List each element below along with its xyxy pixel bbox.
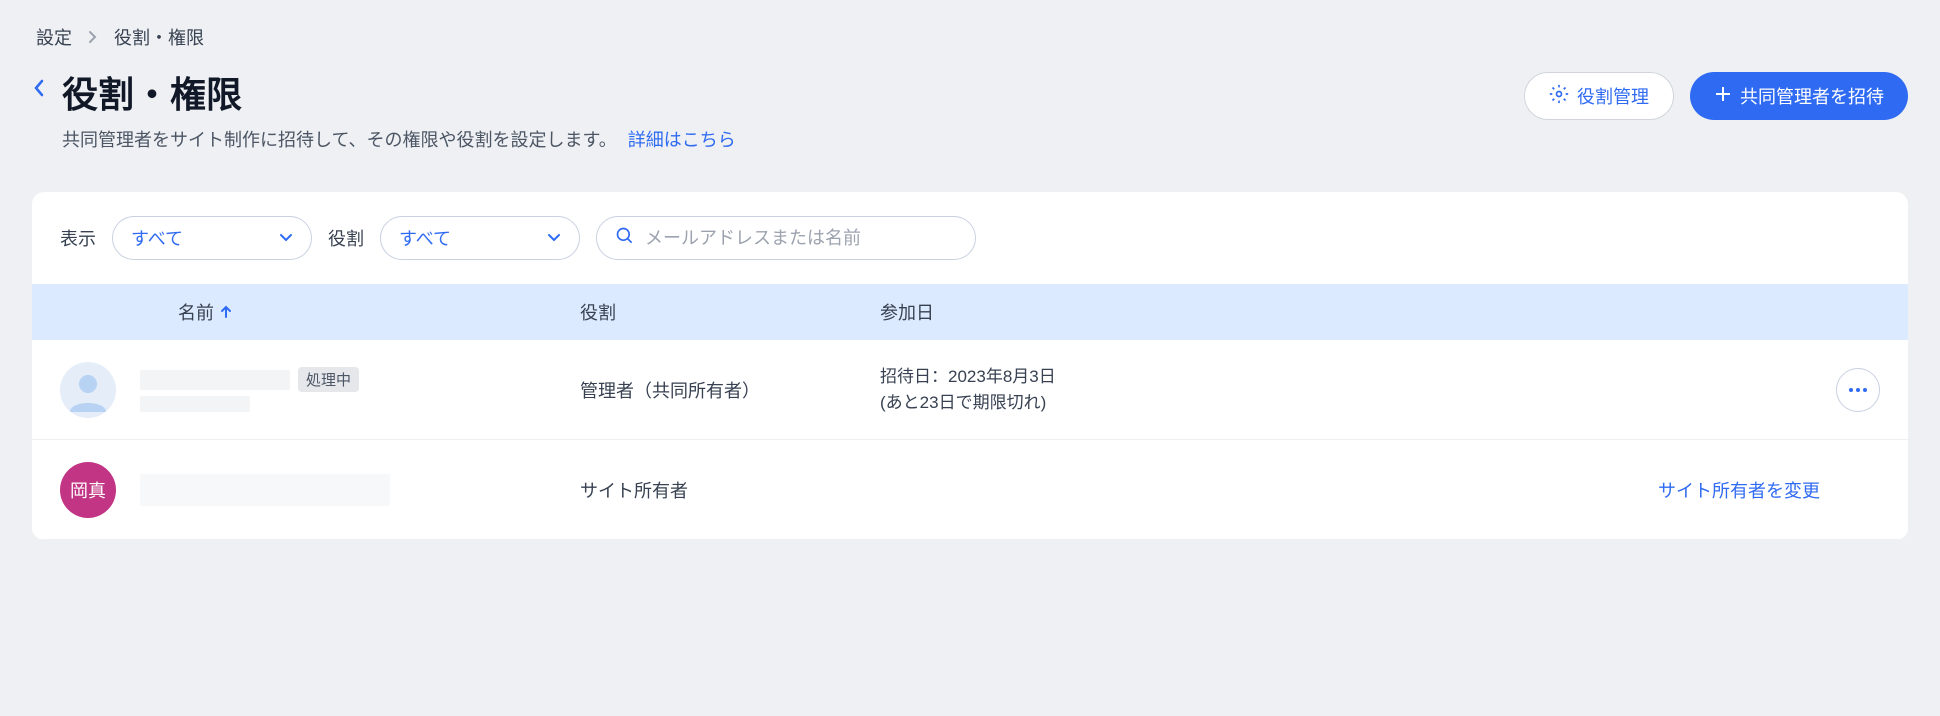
user-email-redacted <box>140 396 250 412</box>
table-row: 岡真 サイト所有者 サイト所有者を変更 <box>32 440 1908 540</box>
collaborators-card: 表示 すべて 役割 すべて <box>32 192 1908 540</box>
column-header-name[interactable]: 名前 <box>60 299 580 325</box>
column-header-role[interactable]: 役割 <box>580 299 880 325</box>
date-cell: 招待日：2023年8月3日 (あと23日で期限切れ) <box>880 364 1560 415</box>
role-cell: サイト所有者 <box>580 477 880 503</box>
back-button[interactable] <box>32 78 46 98</box>
name-cell: 岡真 <box>60 462 580 518</box>
breadcrumb: 設定 役割・権限 <box>32 24 1908 50</box>
more-actions-button[interactable] <box>1836 368 1880 412</box>
column-header-joined[interactable]: 参加日 <box>880 299 1560 325</box>
manage-roles-label: 役割管理 <box>1577 83 1649 109</box>
sort-ascending-icon <box>220 305 232 319</box>
role-filter-label: 役割 <box>328 225 364 251</box>
invite-label: 共同管理者を招待 <box>1740 83 1884 109</box>
role-filter-dropdown[interactable]: すべて <box>380 216 580 260</box>
chevron-right-icon <box>88 30 98 44</box>
display-filter-label: 表示 <box>60 225 96 251</box>
invite-collaborator-button[interactable]: 共同管理者を招待 <box>1690 72 1908 120</box>
display-filter-dropdown[interactable]: すべて <box>112 216 312 260</box>
manage-roles-button[interactable]: 役割管理 <box>1524 72 1674 120</box>
expiry-note: (あと23日で期限切れ) <box>880 390 1560 416</box>
chevron-down-icon <box>279 233 293 243</box>
avatar <box>60 362 116 418</box>
avatar-initials-text: 岡真 <box>70 477 106 503</box>
user-name-redacted <box>140 370 290 390</box>
name-cell: 処理中 <box>60 362 580 418</box>
breadcrumb-current[interactable]: 役割・権限 <box>114 24 204 50</box>
page-header: 役割・権限 共同管理者をサイト制作に招待して、その権限や役割を設定します。 詳細… <box>32 66 1908 152</box>
invite-date: 招待日：2023年8月3日 <box>880 364 1560 390</box>
table-header: 名前 役割 参加日 <box>32 284 1908 340</box>
column-name-label: 名前 <box>178 299 214 325</box>
search-field[interactable] <box>596 216 976 260</box>
role-cell: 管理者（共同所有者） <box>580 377 880 403</box>
role-filter-value: すべて <box>399 225 451 251</box>
avatar: 岡真 <box>60 462 116 518</box>
page-description: 共同管理者をサイト制作に招待して、その権限や役割を設定します。 詳細はこちら <box>62 126 736 152</box>
chevron-down-icon <box>547 233 561 243</box>
gear-icon <box>1549 84 1569 109</box>
search-icon <box>615 226 635 251</box>
breadcrumb-root[interactable]: 設定 <box>36 24 72 50</box>
table-row: 処理中 管理者（共同所有者） 招待日：2023年8月3日 (あと23日で期限切れ… <box>32 340 1908 440</box>
display-filter-value: すべて <box>131 225 183 251</box>
description-text: 共同管理者をサイト制作に招待して、その権限や役割を設定します。 <box>62 130 617 150</box>
search-input[interactable] <box>645 228 957 249</box>
plus-icon <box>1714 85 1732 108</box>
user-name-redacted <box>140 474 390 506</box>
status-badge: 処理中 <box>298 367 359 392</box>
page-title: 役割・権限 <box>62 66 736 118</box>
filter-bar: 表示 すべて 役割 すべて <box>32 192 1908 284</box>
change-owner-link[interactable]: サイト所有者を変更 <box>1658 477 1820 503</box>
learn-more-link[interactable]: 詳細はこちら <box>628 130 736 150</box>
